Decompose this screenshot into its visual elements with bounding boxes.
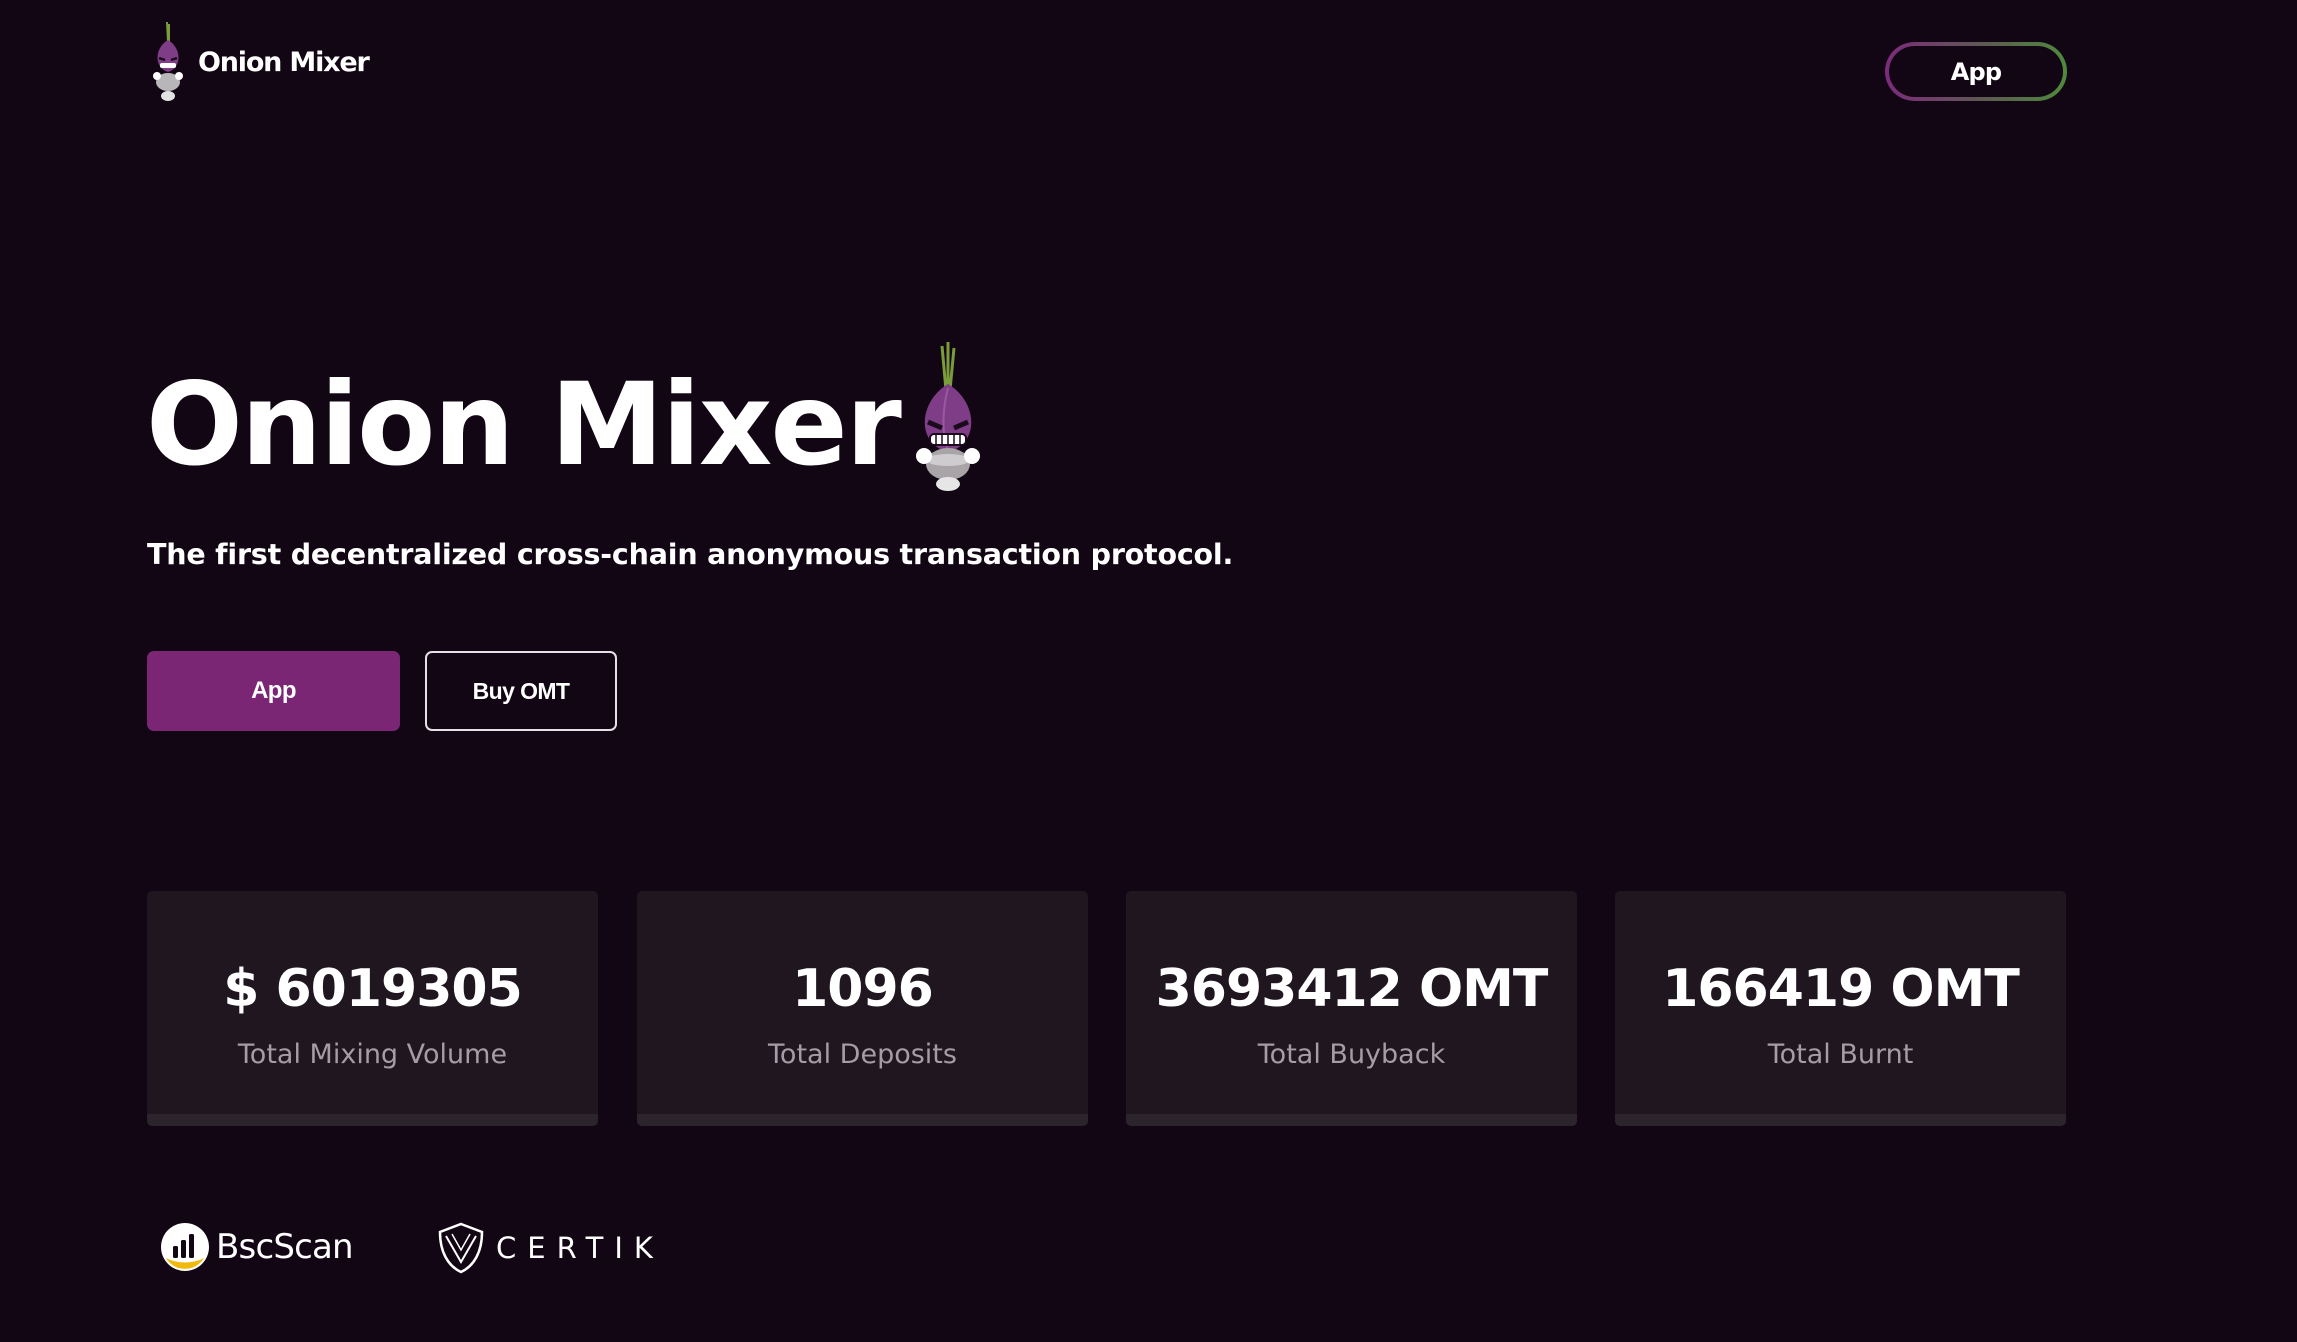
bscscan-logo-icon [161,1223,209,1271]
certik-name: CERTIK [496,1231,664,1265]
partner-certik[interactable]: CERTIK [438,1222,664,1274]
stat-value: 3693412 OMT [1155,959,1549,1019]
stat-card-burnt: 166419 OMT Total Burnt [1615,891,2066,1126]
app-button[interactable]: App [147,651,400,731]
stat-card-deposits: 1096 Total Deposits [637,891,1088,1126]
stat-label: Total Mixing Volume [237,1039,508,1070]
onion-mascot-icon [915,342,980,491]
onion-mascot-icon [153,21,183,101]
brand-logo[interactable]: Onion Mixer [148,20,370,104]
stat-label: Total Buyback [1257,1039,1446,1070]
hero-title: Onion Mixer [146,358,902,491]
stat-card-mixing-volume: $ 6019305 Total Mixing Volume [147,891,598,1126]
hero-title-row: Onion Mixer [146,340,992,491]
header-app-button-label: App [1889,46,2063,97]
stat-value: $ 6019305 [223,959,523,1019]
stat-label: Total Burnt [1767,1039,1914,1070]
brand-name: Onion Mixer [198,46,370,78]
header-app-button[interactable]: App [1885,42,2067,101]
bscscan-name: BscScan [216,1227,354,1267]
hero-tagline: The first decentralized cross-chain anon… [147,538,1234,571]
stat-value: 1096 [792,959,934,1019]
landing-page: Onion Mixer App Onion Mixer The first de… [0,0,2297,1342]
partner-bscscan[interactable]: BscScan [160,1222,354,1272]
stat-value: 166419 OMT [1662,959,2020,1019]
buy-omt-button[interactable]: Buy OMT [425,651,617,731]
certik-shield-icon [438,1222,484,1274]
stat-label: Total Deposits [768,1039,957,1070]
stat-card-buyback: 3693412 OMT Total Buyback [1126,891,1577,1126]
